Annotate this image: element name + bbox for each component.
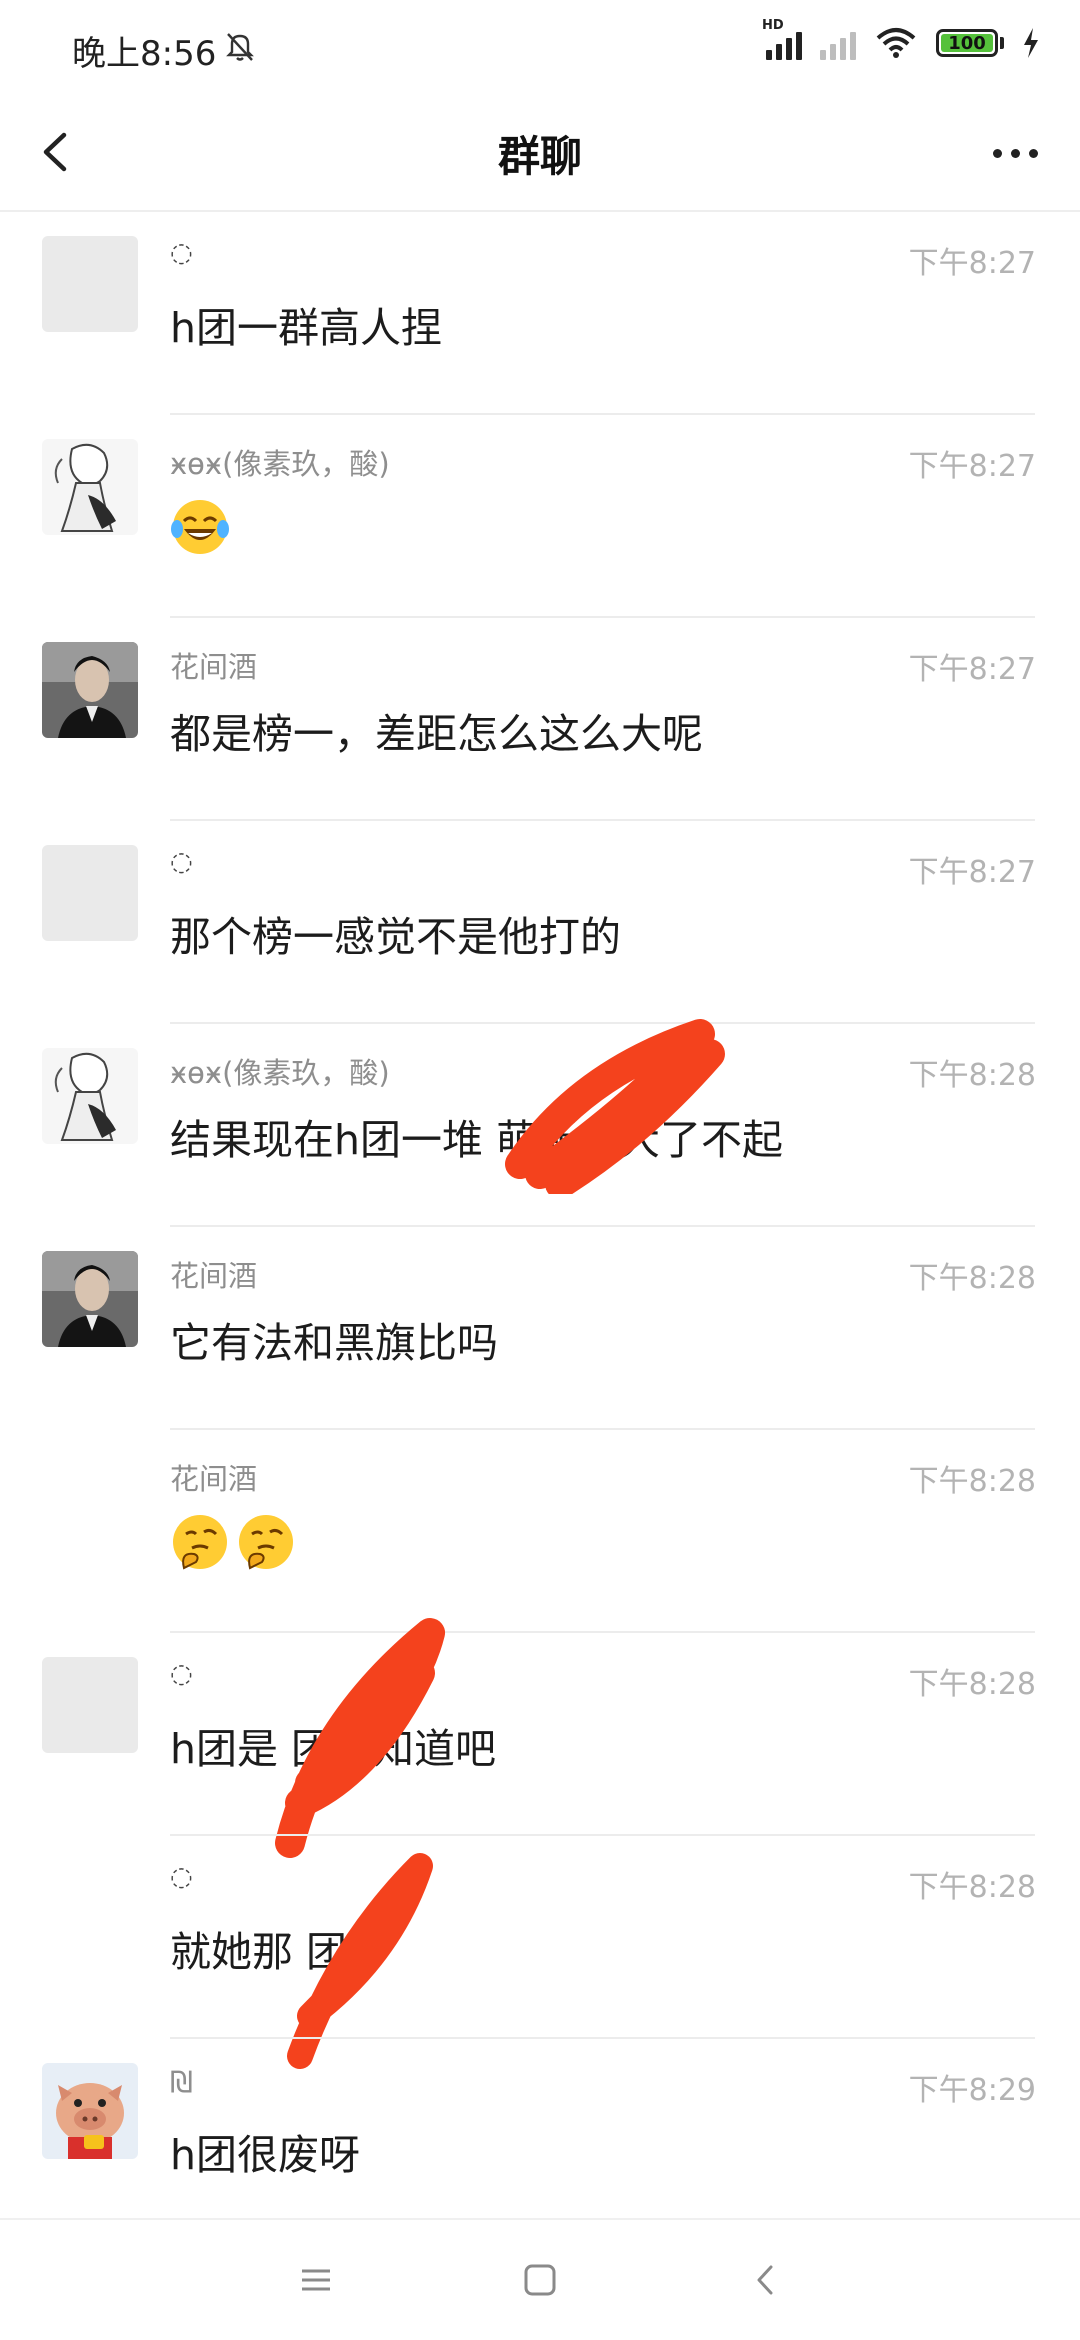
sender-name: ◌ bbox=[170, 847, 193, 877]
message-item[interactable]: 花间酒 下午8:27 都是榜一，差距怎么这么大呢 bbox=[0, 618, 1080, 821]
signal-2-icon bbox=[820, 26, 856, 60]
status-bar: 晚上8:56 HD 100 bbox=[0, 0, 1080, 95]
message-time: 下午8:28 bbox=[908, 1667, 1036, 1702]
avatar[interactable] bbox=[42, 1251, 138, 1347]
avatar[interactable] bbox=[42, 236, 138, 332]
wifi-icon bbox=[876, 28, 916, 58]
message-text: 都是榜一，差距怎么这么大呢 bbox=[170, 710, 703, 758]
status-time: 晚上8:56 bbox=[72, 34, 217, 74]
message-item[interactable]: ₪ 下午8:29 h团很废呀 bbox=[0, 2039, 1080, 2242]
battery-icon: 100 bbox=[936, 29, 1004, 57]
message-item[interactable]: ӿɵӿ(像素玖，酸) 下午8:27 bbox=[0, 415, 1080, 618]
message-text: h团很废呀 bbox=[170, 2131, 360, 2179]
sender-name: 花间酒 bbox=[170, 1259, 258, 1293]
message-time: 下午8:27 bbox=[908, 855, 1036, 890]
message-item[interactable]: ◌ 下午8:27 那个榜一感觉不是他打的 bbox=[0, 821, 1080, 1024]
charging-bolt-icon bbox=[1024, 28, 1038, 58]
message-time: 下午8:28 bbox=[908, 1261, 1036, 1296]
sender-name: 花间酒 bbox=[170, 650, 258, 684]
sender-name: ◌ bbox=[170, 238, 193, 268]
sender-name: ӿɵӿ(像素玖，酸) bbox=[170, 447, 390, 481]
message-text: 就她那 团 bbox=[170, 1928, 348, 1976]
message-time: 下午8:27 bbox=[908, 246, 1036, 281]
message-item[interactable]: ӿɵӿ(像素玖，酸) 下午8:28 结果现在h团一堆 萌新自大了不起 bbox=[0, 1019, 1080, 1227]
bell-muted-icon bbox=[226, 33, 254, 61]
message-text: 那个榜一感觉不是他打的 bbox=[170, 913, 621, 961]
more-options-icon[interactable] bbox=[980, 123, 1050, 183]
back-triangle-icon[interactable] bbox=[736, 2250, 796, 2310]
battery-level: 100 bbox=[941, 33, 993, 54]
avatar[interactable] bbox=[42, 845, 138, 941]
message-time: 下午8:28 bbox=[908, 1464, 1036, 1499]
avatar[interactable] bbox=[42, 642, 138, 738]
sender-name: ◌ bbox=[170, 1862, 193, 1892]
message-item[interactable]: ◌ 下午8:27 h团一群高人捏 bbox=[0, 212, 1080, 415]
message-time: 下午8:27 bbox=[908, 449, 1036, 484]
sender-name: ӿɵӿ(像素玖，酸) bbox=[170, 1056, 390, 1090]
sender-name: 花间酒 bbox=[170, 1462, 258, 1496]
page-title: 群聊 bbox=[497, 132, 582, 181]
system-nav-bar bbox=[0, 2218, 1080, 2340]
chat-header: 群聊 bbox=[0, 95, 1080, 212]
sender-name: ₪ bbox=[170, 2065, 193, 2099]
message-text: h团一群高人捏 bbox=[170, 304, 442, 352]
signal-icon: HD bbox=[762, 18, 802, 60]
avatar[interactable] bbox=[42, 1657, 138, 1753]
menu-icon[interactable] bbox=[286, 2250, 346, 2310]
avatar[interactable] bbox=[42, 2063, 138, 2159]
tears-of-joy-emoji-icon bbox=[171, 500, 229, 554]
home-square-icon[interactable] bbox=[510, 2250, 570, 2310]
message-item[interactable]: ◌ 下午8:28 h团是 团你知道吧 bbox=[0, 1618, 1080, 1858]
message-item[interactable]: ◌ 下午8:28 就她那 团 bbox=[0, 1836, 1080, 2069]
message-time: 下午8:28 bbox=[908, 1870, 1036, 1905]
sender-name: ◌ bbox=[170, 1659, 193, 1689]
avatar[interactable] bbox=[42, 1048, 138, 1144]
message-text: 结果现在h团一堆 萌新自大了不起 bbox=[170, 1116, 784, 1164]
avatar[interactable] bbox=[42, 439, 138, 535]
network-type: HD bbox=[762, 18, 784, 33]
message-item[interactable]: 花间酒 下午8:28 bbox=[0, 1430, 1080, 1633]
message-time: 下午8:28 bbox=[908, 1058, 1036, 1093]
message-list[interactable]: ◌ 下午8:27 h团一群高人捏 ӿɵӿ(像素玖，酸) 下午8:27 花间酒 下… bbox=[0, 212, 1080, 2242]
thinking-emoji-icon bbox=[173, 1515, 227, 1570]
thinking-emoji-icon bbox=[239, 1515, 293, 1570]
redaction-scribble bbox=[505, 1019, 725, 1194]
message-item[interactable]: 花间酒 下午8:28 它有法和黑旗比吗 bbox=[0, 1227, 1080, 1430]
message-time: 下午8:27 bbox=[908, 652, 1036, 687]
message-text: 它有法和黑旗比吗 bbox=[170, 1319, 498, 1367]
message-text: h团是 团你知道吧 bbox=[170, 1725, 497, 1773]
message-time: 下午8:29 bbox=[908, 2073, 1036, 2108]
